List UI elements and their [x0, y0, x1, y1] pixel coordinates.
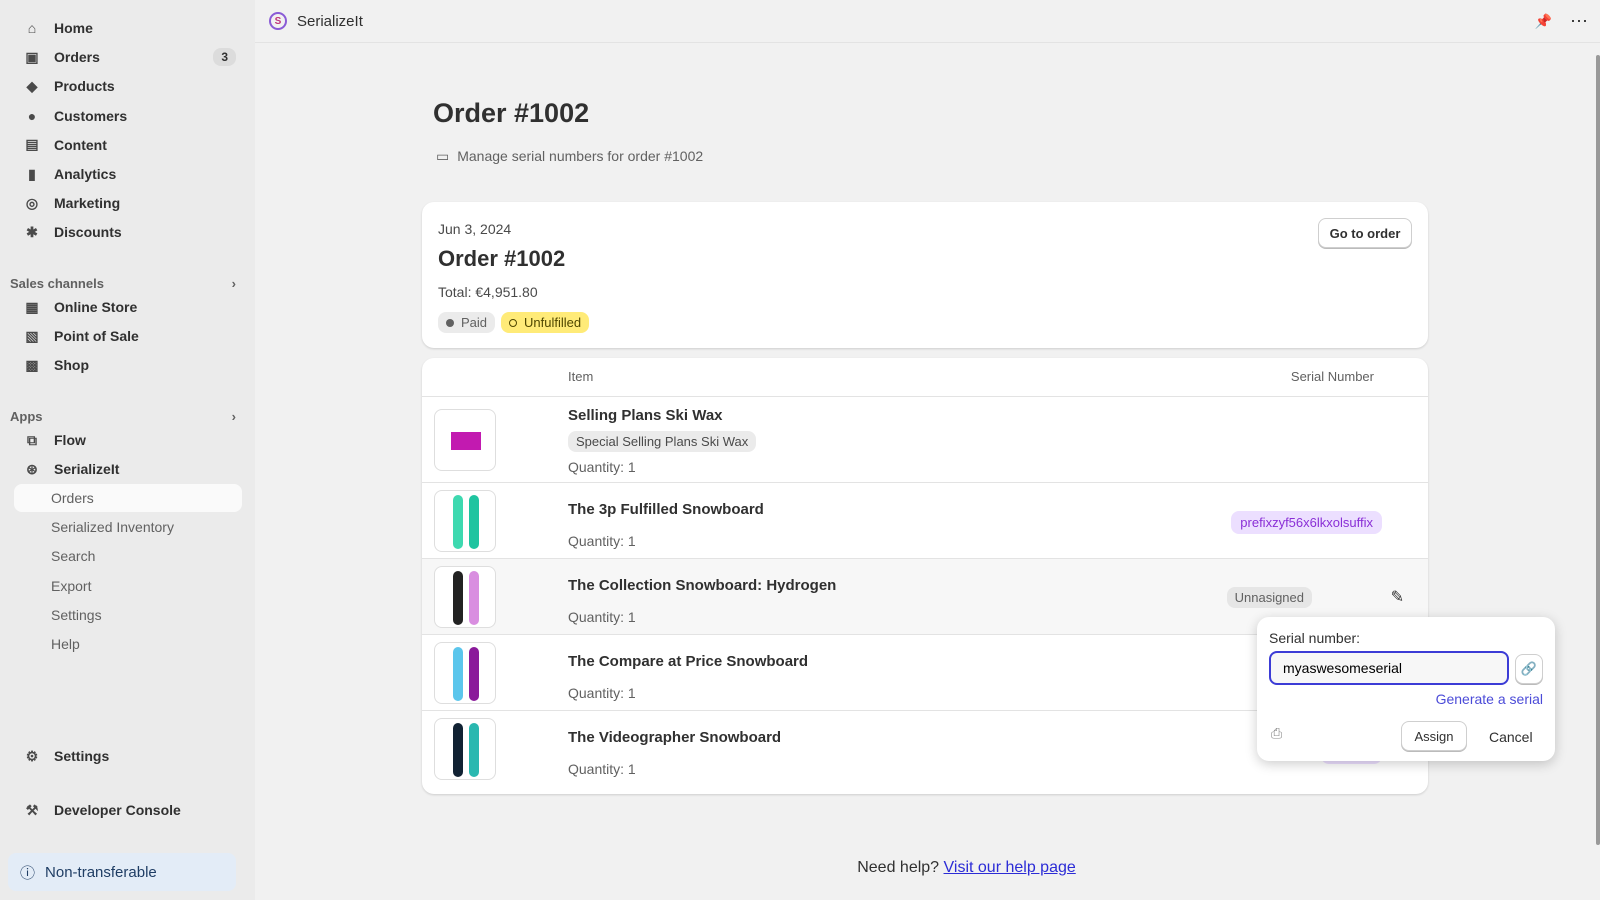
- sidebar-item-search[interactable]: Search: [14, 542, 242, 570]
- go-to-order-button[interactable]: Go to order: [1318, 218, 1412, 248]
- sidebar-item-discounts[interactable]: ✱ Discounts: [14, 218, 242, 246]
- help-page-link[interactable]: Visit our help page: [944, 859, 1076, 876]
- sidebar-item-marketing[interactable]: ◎ Marketing: [14, 189, 242, 217]
- scrollbar[interactable]: [1596, 55, 1600, 845]
- edit-pencil-icon[interactable]: ✎: [1391, 587, 1404, 607]
- serial-number-label: Serial number:: [1269, 630, 1361, 646]
- chevron-right-icon: ›: [231, 409, 236, 424]
- product-name[interactable]: The Compare at Price Snowboard: [568, 653, 808, 670]
- wrench-icon: ⚒: [25, 801, 39, 818]
- product-image: [434, 566, 496, 628]
- help-footer: Need help? Visit our help page: [857, 859, 1076, 876]
- content-icon: ▤: [25, 136, 39, 153]
- sidebar-item-settings[interactable]: Settings: [14, 601, 242, 629]
- order-summary-card: Jun 3, 2024 Order #1002 Total: €4,951.80…: [422, 202, 1428, 348]
- quantity: Quantity: 1: [568, 609, 636, 625]
- variant-badge: Special Selling Plans Ski Wax: [568, 431, 757, 452]
- product-name[interactable]: The Videographer Snowboard: [568, 729, 781, 746]
- sidebar-item-serializeit[interactable]: ⊛ SerializeIt: [14, 455, 242, 483]
- sidebar-item-serialized-inventory[interactable]: Serialized Inventory: [14, 513, 242, 541]
- serial-popover: Serial number: 🔗 Generate a serial ⎙ Ass…: [1257, 617, 1555, 761]
- sidebar-item-orders[interactable]: Orders: [14, 484, 242, 512]
- serial-number-input[interactable]: [1269, 651, 1509, 685]
- shop-icon: ▩: [25, 356, 39, 373]
- person-icon: ●: [27, 107, 37, 124]
- quantity: Quantity: 1: [568, 533, 636, 549]
- product-name[interactable]: The Collection Snowboard: Hydrogen: [568, 577, 836, 594]
- unassigned-badge: Unnasigned: [1226, 587, 1312, 608]
- assign-button[interactable]: Assign: [1401, 721, 1467, 751]
- sidebar-item-analytics[interactable]: ▮ Analytics: [14, 160, 242, 188]
- gear-icon: ⚙: [25, 747, 39, 764]
- bar-chart-icon: ▮: [28, 165, 36, 182]
- link-button[interactable]: 🔗: [1515, 654, 1543, 684]
- sidebar-item-products[interactable]: ◆ Products: [14, 72, 242, 100]
- column-header-serial: Serial Number: [1290, 369, 1374, 384]
- product-image: [434, 718, 496, 780]
- paid-badge: Paid: [438, 312, 496, 333]
- sidebar-item-online-store[interactable]: ▦ Online Store: [14, 293, 242, 321]
- sidebar-item-orders[interactable]: ▣ Orders 3: [14, 43, 242, 71]
- serializeit-logo-icon: S: [269, 12, 287, 30]
- sidebar-item-customers[interactable]: ● Customers: [14, 102, 242, 130]
- unfulfilled-badge: Unfulfilled: [501, 312, 590, 333]
- table-row: Selling Plans Ski Wax Special Selling Pla…: [422, 396, 1428, 482]
- flow-icon: ⧉: [27, 431, 37, 448]
- sidebar-item-export[interactable]: Export: [14, 572, 242, 600]
- chevron-right-icon: ›: [231, 276, 236, 291]
- sales-channels-header[interactable]: Sales channels ›: [10, 276, 236, 291]
- sidebar-item-shop[interactable]: ▩ Shop: [14, 351, 242, 379]
- quantity: Quantity: 1: [568, 459, 636, 475]
- tag-icon: ◆: [26, 77, 38, 94]
- order-total: Total: €4,951.80: [438, 284, 538, 300]
- sidebar-item-home[interactable]: ⌂ Home: [14, 14, 242, 42]
- sidebar-item-point-of-sale[interactable]: ▧ Point of Sale: [14, 322, 242, 350]
- sidebar-item-settings[interactable]: ⚙ Settings: [14, 742, 242, 770]
- product-image: [434, 409, 496, 471]
- page-subtitle: ▭ Manage serial numbers for order #1002: [436, 148, 704, 164]
- quantity: Quantity: 1: [568, 685, 636, 701]
- sidebar: Sales channels › Apps › ⚙ Settings ⚒ Develop…: [0, 0, 255, 900]
- apps-header[interactable]: Apps ›: [10, 409, 236, 424]
- pos-icon: ▧: [25, 327, 39, 344]
- serial-badge: prefixzyf56x6lkxolsuffix: [1231, 511, 1382, 534]
- column-header-item: Item: [568, 369, 594, 384]
- sidebar-item-flow[interactable]: ⧉ Flow: [14, 426, 242, 454]
- pin-icon[interactable]: 📌: [1535, 13, 1552, 30]
- sidebar-item-content[interactable]: ▤ Content: [14, 131, 242, 159]
- cancel-button[interactable]: Cancel: [1489, 729, 1533, 745]
- app-name: SerializeIt: [297, 12, 363, 30]
- order-title: Order #1002: [438, 246, 566, 271]
- page-title: Order #1002: [433, 98, 590, 128]
- product-image: [434, 642, 496, 704]
- sidebar-item-developer-console[interactable]: ⚒ Developer Console: [14, 796, 242, 824]
- home-icon: ⌂: [27, 20, 37, 36]
- target-icon: ◎: [25, 194, 39, 211]
- more-icon[interactable]: ⋯: [1570, 11, 1588, 32]
- app-topbar: S SerializeIt 📌 ⋯: [255, 0, 1600, 43]
- product-name[interactable]: The 3p Fulfilled Snowboard: [568, 501, 764, 518]
- inbox-icon: ▣: [25, 48, 39, 65]
- inbox-icon: ▭: [436, 148, 450, 164]
- table-row: The 3p Fulfilled Snowboard Quantity: 1 pre…: [422, 482, 1428, 558]
- print-icon[interactable]: ⎙: [1271, 725, 1282, 742]
- generate-serial-link[interactable]: Generate a serial: [1436, 691, 1543, 707]
- product-image: [434, 490, 496, 552]
- sidebar-item-help[interactable]: Help: [14, 630, 242, 658]
- orders-count-badge: 3: [213, 48, 236, 67]
- order-date: Jun 3, 2024: [438, 221, 512, 237]
- discount-icon: ✱: [26, 223, 38, 240]
- link-icon: 🔗: [1520, 661, 1538, 676]
- store-icon: ▦: [25, 298, 39, 315]
- product-name[interactable]: Selling Plans Ski Wax: [568, 407, 723, 424]
- serializeit-icon: ⊛: [26, 460, 38, 477]
- quantity: Quantity: 1: [568, 761, 636, 777]
